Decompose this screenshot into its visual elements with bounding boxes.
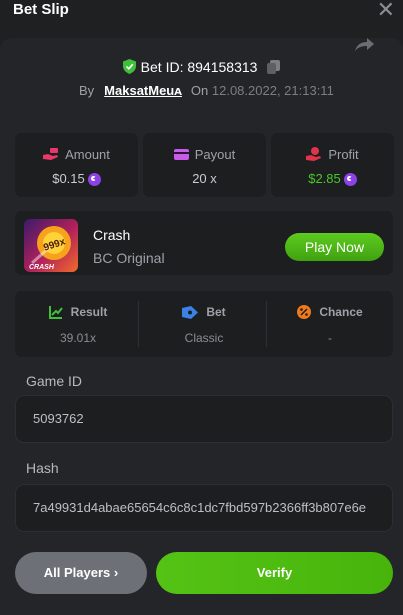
game-id-label: Game ID xyxy=(26,373,83,389)
game-id-field[interactable]: 5093762 xyxy=(15,395,393,443)
chart-up-icon xyxy=(48,306,63,319)
result-col: Result 39.01x xyxy=(15,291,141,357)
hash-field[interactable]: 7a49931d4abae65654c6c8c1dc7fbd597b2366ff… xyxy=(15,484,393,532)
chance-col: Chance - xyxy=(267,291,393,357)
profit-label: Profit xyxy=(328,147,359,162)
by-label: By xyxy=(79,83,95,98)
on-label: On xyxy=(190,83,209,98)
coin-icon xyxy=(87,173,101,186)
percent-icon xyxy=(297,305,312,319)
payout-value: 20 x xyxy=(192,171,217,186)
bet-slip-card: Bet ID: 894158313 By MaksatMeuᴀ On 12.08.2… xyxy=(0,38,403,615)
thumb-caption: CRASH xyxy=(29,264,55,271)
share-icon[interactable] xyxy=(353,38,375,52)
stats-row: Amount $0.15 Payout 20 x Profit $2.85 xyxy=(15,133,394,197)
bet-id-row: Bet ID: 894158313 xyxy=(0,59,403,75)
coin-icon xyxy=(343,173,357,186)
divider xyxy=(138,301,139,347)
game-thumbnail[interactable]: 999x CRASH xyxy=(24,219,78,272)
verify-button[interactable]: Verify xyxy=(156,552,393,594)
bet-label: Bet xyxy=(206,305,226,319)
bet-datetime: 12.08.2022, 21:13:11 xyxy=(211,83,334,98)
bet-id-value: 894158313 xyxy=(187,59,258,75)
copy-icon[interactable] xyxy=(267,60,281,74)
all-players-button[interactable]: All Players › xyxy=(15,552,147,594)
close-icon[interactable]: ✕ xyxy=(377,0,395,21)
bet-meta-row: By MaksatMeuᴀ On 12.08.2022, 21:13:11 xyxy=(79,83,334,98)
game-card: 999x CRASH Crash BC Original Play Now xyxy=(15,211,393,275)
results-row: Result 39.01x Bet Classic Chance - xyxy=(15,291,393,357)
username-link[interactable]: MaksatMeuᴀ xyxy=(104,83,182,98)
header: Bet Slip ✕ xyxy=(0,0,403,38)
money-hand-icon xyxy=(43,148,59,160)
stat-amount: Amount $0.15 xyxy=(15,133,138,197)
bet-value: Classic xyxy=(184,331,224,345)
game-name: Crash xyxy=(93,227,131,243)
hand-coin-icon xyxy=(306,147,322,161)
wallet-icon xyxy=(173,149,189,160)
bet-col: Bet Classic xyxy=(141,291,267,357)
game-provider: BC Original xyxy=(93,250,165,266)
result-label: Result xyxy=(70,305,108,319)
bet-tag-icon xyxy=(182,306,199,319)
result-value: 39.01x xyxy=(59,331,97,345)
amount-label: Amount xyxy=(65,147,110,162)
shield-check-icon xyxy=(122,59,136,74)
profit-value: $2.85 xyxy=(308,171,341,186)
bet-id-label: Bet ID: xyxy=(140,59,184,75)
stat-profit: Profit $2.85 xyxy=(271,133,394,197)
amount-value: $0.15 xyxy=(52,171,85,186)
chance-label: Chance xyxy=(319,305,363,319)
chance-value: - xyxy=(328,331,332,345)
hash-label: Hash xyxy=(26,460,59,476)
payout-label: Payout xyxy=(194,147,236,162)
play-now-button[interactable]: Play Now xyxy=(285,233,384,261)
stat-payout: Payout 20 x xyxy=(143,133,266,197)
crash-thumbnail-art: 999x CRASH xyxy=(29,226,71,271)
page-title: Bet Slip xyxy=(13,1,69,18)
